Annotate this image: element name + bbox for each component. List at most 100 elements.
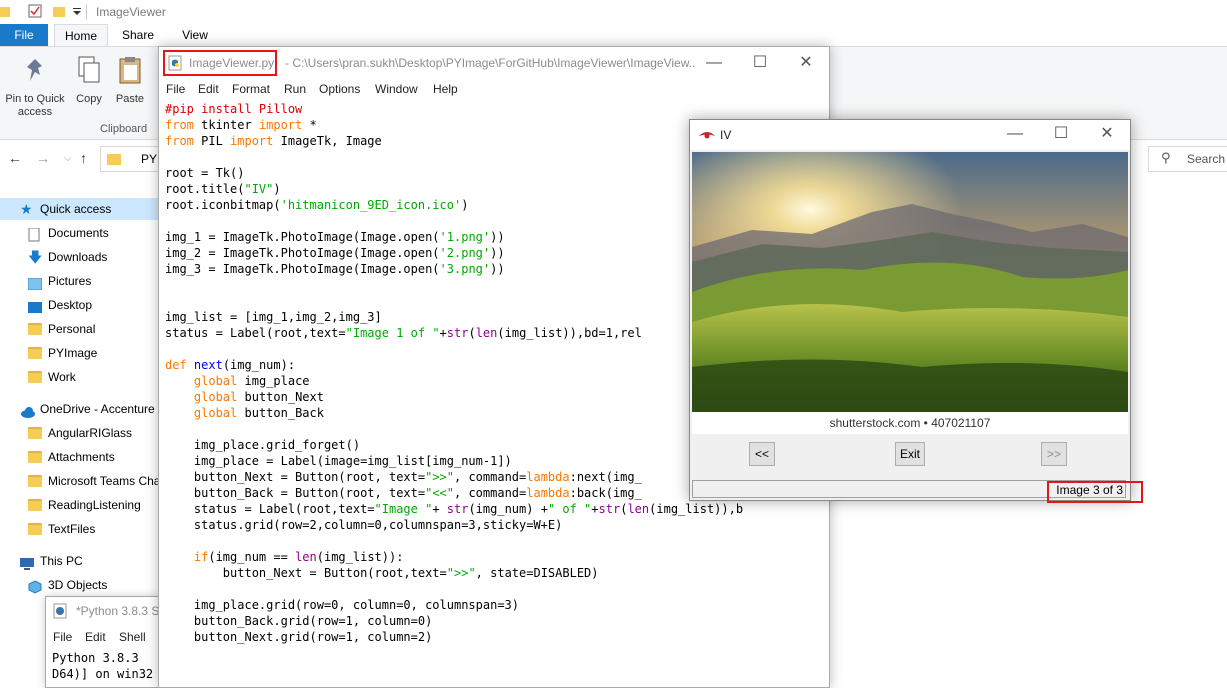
menu-edit[interactable]: Edit: [198, 82, 219, 96]
sidebar-item-personal[interactable]: Personal: [0, 318, 160, 340]
new-folder-icon[interactable]: [52, 4, 66, 18]
documents-icon: [28, 227, 42, 242]
code-line: button_Back.grid(row=1, column=0): [165, 614, 433, 628]
copy-button[interactable]: Copy: [72, 55, 106, 106]
sidebar-item-3d-objects[interactable]: 3D Objects: [0, 574, 160, 596]
sidebar-item-attachments[interactable]: Attachments: [0, 446, 160, 468]
pin-icon: [2, 55, 68, 89]
properties-icon[interactable]: [28, 4, 42, 18]
folder-icon: [107, 154, 121, 165]
search-input[interactable]: ⚲ Search: [1148, 146, 1227, 172]
sidebar-item-teams-chat[interactable]: Microsoft Teams Cha: [0, 470, 160, 492]
sidebar-item-label: Downloads: [48, 250, 108, 264]
pictures-icon: [27, 275, 43, 291]
sidebar-item-label: Pictures: [48, 274, 92, 288]
sidebar-item-label: This PC: [40, 554, 83, 568]
exit-button[interactable]: Exit: [895, 442, 925, 466]
maximize-button[interactable]: ☐: [1046, 124, 1076, 144]
python-shell-window[interactable]: *Python 3.8.3 Sh File Edit Shell Python …: [45, 596, 166, 688]
editor-path: - C:\Users\pran.sukh\Desktop\PYImage\For…: [285, 56, 695, 70]
maximize-button[interactable]: ☐: [745, 53, 775, 73]
menu-window[interactable]: Window: [375, 82, 418, 96]
sidebar-item-label: PYImage: [48, 346, 98, 360]
cloud-icon: [20, 403, 35, 418]
shell-output[interactable]: Python 3.8.3 D64)] on win32: [52, 650, 153, 682]
sidebar-item-this-pc[interactable]: This PC: [0, 550, 160, 572]
search-placeholder: Search: [1187, 152, 1226, 166]
sidebar-item-angularriglass[interactable]: AngularRIGlass: [0, 422, 160, 444]
copy-label: Copy: [76, 93, 102, 105]
back-arrow-icon[interactable]: ←: [8, 150, 22, 166]
minimize-button[interactable]: —: [699, 53, 729, 73]
paste-button[interactable]: Paste: [112, 55, 148, 106]
up-arrow-icon[interactable]: ↑: [80, 150, 87, 166]
star-icon: ★: [20, 201, 33, 217]
tab-file[interactable]: File: [0, 24, 48, 46]
close-button[interactable]: ✕: [1092, 124, 1122, 144]
sidebar-item-label: Quick access: [40, 202, 112, 216]
sidebar-item-onedrive[interactable]: OneDrive - Accenture: [0, 398, 160, 420]
paste-icon: [112, 55, 148, 89]
menu-options[interactable]: Options: [319, 82, 360, 96]
computer-icon: [20, 555, 34, 570]
sidebar-item-readinglistening[interactable]: ReadingListening: [0, 494, 160, 516]
sidebar-item-label: Attachments: [48, 450, 115, 464]
menu-run[interactable]: Run: [284, 82, 306, 96]
folder-icon: [28, 523, 42, 535]
menu-shell[interactable]: Shell: [119, 630, 146, 644]
minimize-button[interactable]: —: [1000, 124, 1030, 144]
folder-icon: [28, 499, 42, 511]
tab-share[interactable]: Share: [114, 24, 162, 46]
landscape-image: [692, 152, 1128, 412]
menu-help[interactable]: Help: [433, 82, 458, 96]
folder-icon: [28, 371, 42, 383]
ribbon-tabs: File Home Share View: [0, 24, 1227, 46]
next-button: >>: [1041, 442, 1067, 466]
sidebar-item-desktop[interactable]: Desktop: [0, 294, 160, 316]
folder-icon: [28, 323, 42, 335]
filename-highlight: [163, 50, 277, 76]
tab-view[interactable]: View: [172, 24, 218, 46]
sidebar-item-pictures[interactable]: Pictures: [0, 270, 160, 292]
forward-arrow-icon[interactable]: →: [36, 150, 50, 166]
image-viewer-window[interactable]: IV — ☐ ✕ shutterstock.com • 407021107 <<…: [689, 119, 1131, 501]
sidebar-item-label: OneDrive - Accenture: [40, 402, 155, 416]
folder-icon: [28, 427, 42, 439]
pin-label: Pin to Quick access: [5, 93, 65, 118]
folder-icon: [28, 451, 42, 463]
sidebar-item-downloads[interactable]: 🡇 Downloads: [0, 246, 160, 268]
sidebar-item-work[interactable]: Work: [0, 366, 160, 388]
address-bar[interactable]: PYI: [100, 146, 161, 172]
folder-icon: [0, 4, 14, 18]
sidebar-item-pyimage[interactable]: PYImage: [0, 342, 160, 364]
recent-locations-icon[interactable]: ⌵: [64, 153, 72, 164]
pin-to-quick-access-button[interactable]: Pin to Quick access: [2, 55, 68, 119]
menu-format[interactable]: Format: [232, 82, 270, 96]
back-button[interactable]: <<: [749, 442, 775, 466]
divider: [86, 5, 87, 19]
cube-icon: [28, 579, 42, 594]
shell-line: Python 3.8.3: [52, 651, 139, 665]
sidebar-item-label: AngularRIGlass: [48, 426, 133, 440]
sidebar-item-textfiles[interactable]: TextFiles: [0, 518, 160, 540]
customize-toolbar-icon[interactable]: [72, 4, 86, 18]
sidebar-item-label: 3D Objects: [48, 578, 108, 592]
tab-home[interactable]: Home: [54, 24, 108, 46]
sidebar-item-quick-access[interactable]: ★ Quick access: [0, 198, 160, 220]
sidebar-item-label: Documents: [48, 226, 109, 240]
download-icon: 🡇: [28, 249, 43, 265]
python-icon: [52, 603, 68, 622]
menu-file[interactable]: File: [166, 82, 185, 96]
sidebar-item-label: Microsoft Teams Cha: [48, 474, 160, 488]
menu-edit[interactable]: Edit: [85, 630, 106, 644]
menu-file[interactable]: File: [53, 630, 72, 644]
sidebar-item-documents[interactable]: Documents: [0, 222, 160, 244]
sidebar-item-label: ReadingListening: [48, 498, 141, 512]
close-button[interactable]: ✕: [791, 53, 821, 73]
iv-title: IV: [720, 128, 732, 142]
editor-titlebar: ImageViewer.py - C:\Users\pran.sukh\Desk…: [159, 47, 829, 79]
window-title: ImageViewer: [96, 5, 166, 19]
code-line: img_place.grid(row=0, column=0, columnsp…: [165, 598, 520, 612]
